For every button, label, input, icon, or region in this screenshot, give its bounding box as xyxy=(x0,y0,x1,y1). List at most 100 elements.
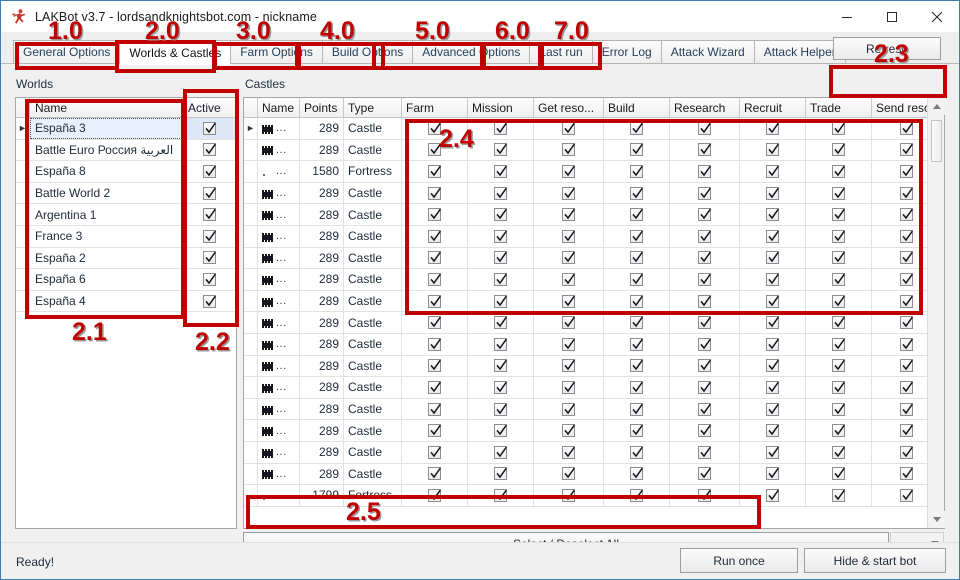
castle-option-cell[interactable] xyxy=(468,485,534,506)
castle-option-cell[interactable] xyxy=(740,420,806,441)
world-active-cell[interactable] xyxy=(182,291,236,312)
world-active-cell[interactable] xyxy=(182,248,236,269)
castle-option-cell[interactable] xyxy=(534,398,604,420)
castles-row[interactable]: ... 289 Castle xyxy=(244,377,944,399)
castle-option-checkbox[interactable] xyxy=(494,272,507,286)
castle-option-checkbox[interactable] xyxy=(562,359,575,373)
castle-option-cell[interactable] xyxy=(806,377,872,398)
castle-option-checkbox[interactable] xyxy=(766,467,779,481)
castle-option-cell[interactable] xyxy=(670,377,740,398)
castle-option-checkbox[interactable] xyxy=(562,186,575,200)
castle-option-cell[interactable] xyxy=(670,398,740,420)
castle-option-checkbox[interactable] xyxy=(630,359,643,373)
castle-option-cell[interactable] xyxy=(806,398,872,420)
castle-option-cell[interactable] xyxy=(740,463,806,485)
castle-option-checkbox[interactable] xyxy=(900,208,913,222)
worlds-row[interactable]: Battle World 2 xyxy=(16,182,236,205)
castles-row[interactable]: ... 289 Castle xyxy=(244,463,944,486)
castle-option-cell[interactable] xyxy=(402,485,468,506)
castle-option-checkbox[interactable] xyxy=(630,229,643,243)
castle-option-cell[interactable] xyxy=(740,441,806,463)
castle-option-checkbox[interactable] xyxy=(698,229,711,243)
worlds-row[interactable]: ► España 3 xyxy=(16,118,236,140)
world-active-cell[interactable] xyxy=(182,161,236,182)
world-active-checkbox[interactable] xyxy=(202,186,216,200)
castle-option-cell[interactable] xyxy=(604,290,670,312)
castle-option-checkbox[interactable] xyxy=(766,294,779,308)
close-button[interactable] xyxy=(914,1,959,32)
castle-option-checkbox[interactable] xyxy=(428,186,441,200)
castles-column-header-name[interactable]: Name xyxy=(258,98,300,117)
castle-option-checkbox[interactable] xyxy=(494,229,507,243)
castle-option-cell[interactable] xyxy=(534,463,604,485)
castle-option-checkbox[interactable] xyxy=(428,424,441,438)
castle-option-checkbox[interactable] xyxy=(766,143,779,157)
castle-option-checkbox[interactable] xyxy=(900,294,913,308)
castles-column-header-build[interactable]: Build xyxy=(604,98,670,117)
castle-option-cell[interactable] xyxy=(604,355,670,377)
castles-row[interactable]: ... 289 Castle xyxy=(244,333,944,356)
castle-option-checkbox[interactable] xyxy=(494,402,507,416)
castle-option-checkbox[interactable] xyxy=(698,488,711,502)
castle-option-cell[interactable] xyxy=(740,290,806,312)
castles-row[interactable]: ... 289 Castle xyxy=(244,312,944,334)
castle-option-checkbox[interactable] xyxy=(900,424,913,438)
castle-option-checkbox[interactable] xyxy=(900,380,913,394)
castle-option-cell[interactable] xyxy=(806,139,872,161)
castle-option-cell[interactable] xyxy=(468,182,534,204)
castle-option-checkbox[interactable] xyxy=(630,402,643,416)
castle-option-checkbox[interactable] xyxy=(428,402,441,416)
castle-option-cell[interactable] xyxy=(402,355,468,377)
castle-option-cell[interactable] xyxy=(402,269,468,290)
castle-option-cell[interactable] xyxy=(534,139,604,161)
castle-option-cell[interactable] xyxy=(740,118,806,139)
castle-option-cell[interactable] xyxy=(806,463,872,485)
castle-option-cell[interactable] xyxy=(604,118,670,139)
castle-option-checkbox[interactable] xyxy=(494,488,507,502)
castle-option-checkbox[interactable] xyxy=(562,337,575,351)
castle-option-checkbox[interactable] xyxy=(766,402,779,416)
castle-option-checkbox[interactable] xyxy=(428,337,441,351)
castle-option-cell[interactable] xyxy=(534,420,604,441)
castle-option-checkbox[interactable] xyxy=(698,208,711,222)
world-active-checkbox[interactable] xyxy=(202,208,216,222)
castles-row[interactable]: ... 289 Castle xyxy=(244,247,944,270)
castle-option-checkbox[interactable] xyxy=(832,164,845,178)
castle-option-checkbox[interactable] xyxy=(494,164,507,178)
castles-vertical-scrollbar[interactable] xyxy=(927,98,945,528)
castle-option-cell[interactable] xyxy=(534,377,604,398)
castles-column-header-recruit[interactable]: Recruit xyxy=(740,98,806,117)
castle-option-cell[interactable] xyxy=(534,204,604,225)
castle-option-checkbox[interactable] xyxy=(630,186,643,200)
castle-option-cell[interactable] xyxy=(670,355,740,377)
worlds-row[interactable]: France 3 xyxy=(16,225,236,248)
castle-option-cell[interactable] xyxy=(468,441,534,463)
castle-option-checkbox[interactable] xyxy=(832,488,845,502)
castle-option-checkbox[interactable] xyxy=(562,380,575,394)
castle-option-cell[interactable] xyxy=(402,161,468,182)
worlds-row[interactable]: España 8 xyxy=(16,161,236,183)
castle-option-cell[interactable] xyxy=(670,269,740,290)
castle-option-cell[interactable] xyxy=(534,118,604,139)
castle-option-checkbox[interactable] xyxy=(698,316,711,330)
castle-option-cell[interactable] xyxy=(604,225,670,247)
castle-option-cell[interactable] xyxy=(740,139,806,161)
castles-column-header-type[interactable]: Type xyxy=(344,98,402,117)
castle-option-cell[interactable] xyxy=(740,269,806,290)
castle-option-checkbox[interactable] xyxy=(428,229,441,243)
castle-option-cell[interactable] xyxy=(670,312,740,333)
castle-option-checkbox[interactable] xyxy=(494,294,507,308)
castle-option-cell[interactable] xyxy=(468,269,534,290)
castle-option-checkbox[interactable] xyxy=(428,316,441,330)
hide-and-start-bot-button[interactable]: Hide & start bot xyxy=(804,548,946,573)
castle-option-checkbox[interactable] xyxy=(630,316,643,330)
castle-option-cell[interactable] xyxy=(670,333,740,355)
castle-option-cell[interactable] xyxy=(604,420,670,441)
maximize-button[interactable] xyxy=(869,1,914,32)
castle-option-cell[interactable] xyxy=(402,204,468,225)
castle-option-cell[interactable] xyxy=(740,485,806,506)
castle-option-cell[interactable] xyxy=(740,182,806,204)
castle-option-cell[interactable] xyxy=(468,247,534,269)
worlds-row[interactable]: España 4 xyxy=(16,290,236,313)
castles-row[interactable]: ... 289 Castle xyxy=(244,182,944,205)
